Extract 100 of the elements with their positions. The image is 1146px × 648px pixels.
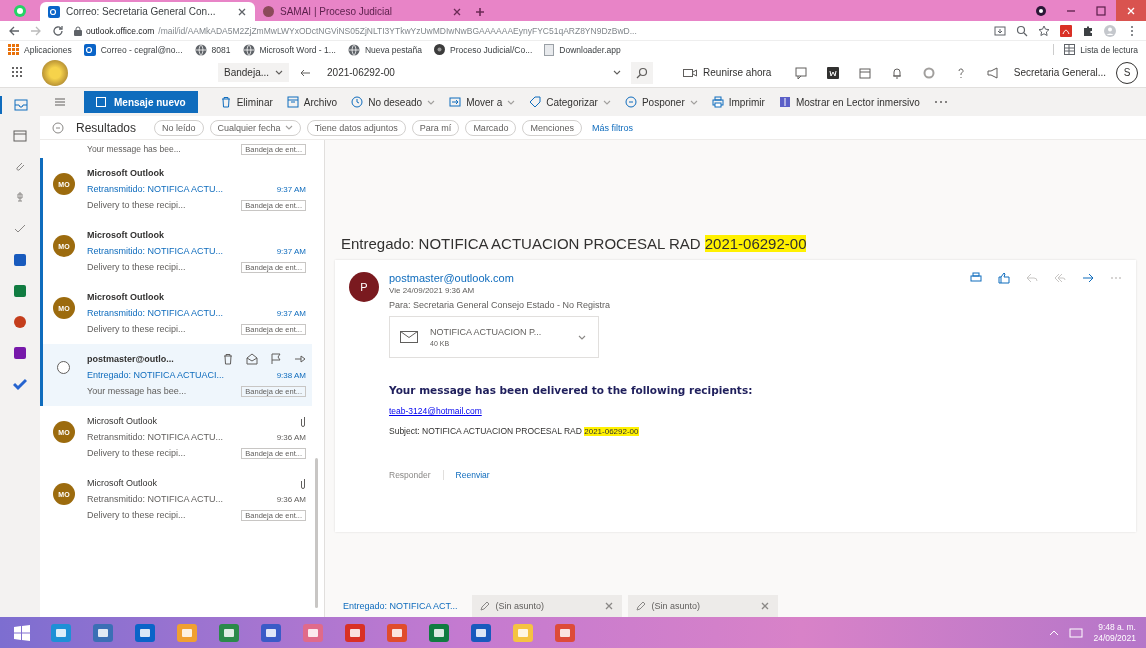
app-icon[interactable] bbox=[470, 622, 492, 643]
calendar-icon[interactable] bbox=[859, 66, 872, 79]
printer-icon[interactable] bbox=[970, 272, 982, 284]
word-icon[interactable] bbox=[827, 66, 840, 79]
toolbar-button[interactable]: No deseado bbox=[351, 96, 436, 108]
toolbar-button[interactable]: Eliminar bbox=[219, 96, 273, 108]
excel-app-icon[interactable] bbox=[13, 284, 27, 298]
thumbs-up-icon[interactable] bbox=[998, 272, 1010, 284]
draft-tab[interactable]: (Sin asunto) bbox=[627, 595, 778, 617]
meet-now-button[interactable]: Reunirse ahora bbox=[683, 67, 772, 78]
message-subject: Retransmitido: NOTIFICA ACTU... bbox=[87, 432, 225, 442]
trash-icon[interactable] bbox=[222, 353, 234, 365]
zoom-icon[interactable] bbox=[1016, 24, 1028, 37]
close-icon[interactable] bbox=[452, 6, 462, 17]
caret-icon bbox=[613, 69, 622, 76]
forward-link[interactable]: Reenviar bbox=[442, 470, 490, 480]
folder-dropdown[interactable]: Bandeja... bbox=[218, 63, 290, 82]
app-icon[interactable] bbox=[50, 622, 72, 643]
word-app-icon[interactable] bbox=[13, 253, 27, 267]
close-icon[interactable] bbox=[237, 6, 247, 17]
browser-tab[interactable]: SAMAI | Proceso Judicial bbox=[255, 2, 470, 21]
toolbar-button[interactable]: Categorizar bbox=[529, 96, 611, 108]
message-subject: Retransmitido: NOTIFICA ACTU... bbox=[87, 494, 225, 504]
bookmark[interactable]: 8081 bbox=[194, 43, 231, 56]
app-icon[interactable] bbox=[554, 622, 576, 643]
reading-list-icon bbox=[1064, 44, 1076, 55]
toolbar-button[interactable]: Mostrar en Lector inmersivo bbox=[778, 96, 920, 108]
forward-icon[interactable] bbox=[1082, 272, 1094, 284]
select-all-icon[interactable] bbox=[52, 121, 64, 134]
account-name[interactable]: Secretaria General... bbox=[1013, 67, 1106, 78]
chevron-up-icon[interactable] bbox=[1049, 628, 1060, 637]
new-message-button[interactable]: Mensaje nuevo bbox=[84, 91, 198, 113]
onenote-app-icon[interactable] bbox=[13, 346, 27, 360]
calendar-icon[interactable] bbox=[13, 129, 27, 143]
toolbar-button[interactable]: Archivo bbox=[286, 96, 338, 108]
app-launcher-icon[interactable] bbox=[12, 66, 24, 79]
toolbar-button[interactable]: Posponer bbox=[624, 96, 698, 108]
bookmark[interactable]: Aplicaciones bbox=[8, 44, 72, 55]
video-icon bbox=[683, 67, 698, 78]
mail-icon[interactable] bbox=[14, 98, 28, 112]
recipient-link[interactable]: teab-3124@hotmail.com bbox=[389, 406, 482, 416]
app-icon[interactable] bbox=[386, 622, 408, 643]
bookmark[interactable]: Nueva pestaña bbox=[347, 43, 423, 56]
pdf-icon[interactable] bbox=[1060, 24, 1072, 37]
menu-icon[interactable] bbox=[54, 97, 66, 107]
bookmark[interactable]: Correo - cegral@no... bbox=[83, 43, 183, 56]
app-icon[interactable] bbox=[512, 622, 534, 643]
draft-tab[interactable]: Entregado: NOTIFICA ACT... bbox=[335, 595, 466, 617]
scrollbar-thumb[interactable] bbox=[315, 458, 318, 608]
install-icon[interactable] bbox=[994, 24, 1006, 37]
reply-link[interactable]: Responder bbox=[389, 470, 431, 480]
draft-tab[interactable]: (Sin asunto) bbox=[471, 595, 622, 617]
app-icon[interactable] bbox=[260, 622, 282, 643]
paperclip-icon[interactable] bbox=[13, 160, 27, 174]
reload-icon[interactable] bbox=[52, 24, 64, 37]
bookmark[interactable]: Proceso Judicial/Co... bbox=[434, 44, 533, 55]
message-time: 9:38 AM bbox=[276, 370, 306, 380]
globe-icon bbox=[194, 43, 207, 56]
maximize-icon[interactable] bbox=[1096, 5, 1106, 16]
reading-list-button[interactable]: Lista de lectura bbox=[1053, 44, 1138, 55]
toolbar-button[interactable]: Imprimir bbox=[711, 96, 765, 108]
pencil-icon bbox=[635, 601, 646, 611]
browser-tab[interactable]: Correo: Secretaria General Con... bbox=[40, 2, 255, 21]
select-checkbox[interactable] bbox=[57, 361, 70, 374]
close-icon[interactable] bbox=[603, 601, 614, 611]
app-icon[interactable] bbox=[134, 622, 156, 643]
address-bar[interactable]: outlook.office.com /mail/id/AAMkADA5M2ZjZmMwLWYxODctNGViNS05ZjNLTI3YTkwYzUwMDIwNwBGAAAAAAEynyFYC51qARZ8YN9DzBwD... bbox=[74, 25, 984, 36]
back-arrow-icon[interactable] bbox=[299, 67, 312, 78]
back-icon[interactable] bbox=[8, 24, 20, 37]
toolbar-button[interactable]: Mover a bbox=[449, 96, 516, 108]
profile-icon[interactable] bbox=[1036, 5, 1046, 16]
todo-app-icon[interactable] bbox=[13, 377, 27, 391]
search-icon[interactable] bbox=[636, 66, 649, 79]
message-preview: Your message has bee... bbox=[87, 386, 188, 396]
bookmark[interactable]: Downloader.app bbox=[544, 43, 621, 56]
app-icon[interactable] bbox=[176, 622, 198, 643]
app-icon[interactable] bbox=[344, 622, 366, 643]
close-icon[interactable] bbox=[759, 601, 770, 611]
app-icon[interactable] bbox=[218, 622, 240, 643]
more-filters-link[interactable]: Más filtros bbox=[591, 122, 633, 133]
windows-start-icon[interactable] bbox=[14, 624, 30, 641]
more-icon[interactable] bbox=[933, 100, 948, 104]
megaphone-icon[interactable] bbox=[987, 66, 1000, 79]
bell-icon[interactable] bbox=[891, 66, 904, 79]
app-icon[interactable] bbox=[428, 622, 450, 643]
sender-email[interactable]: postmaster@outlook.com bbox=[389, 272, 970, 284]
app-icon[interactable] bbox=[302, 622, 324, 643]
bookmark[interactable]: Microsoft Word - 1... bbox=[242, 43, 336, 56]
star-icon[interactable] bbox=[1038, 24, 1050, 37]
chat-icon[interactable] bbox=[795, 66, 808, 79]
puzzle-icon[interactable] bbox=[1082, 24, 1094, 37]
sent-date: Vie 24/09/2021 9:36 AM bbox=[389, 286, 476, 295]
chat-app-icon[interactable] bbox=[14, 4, 26, 17]
app-icon[interactable] bbox=[92, 622, 114, 643]
message-preview: Delivery to these recipi... bbox=[87, 510, 187, 520]
printer-icon bbox=[711, 96, 724, 108]
powerpoint-app-icon[interactable] bbox=[13, 315, 27, 329]
new-tab-icon[interactable] bbox=[475, 6, 485, 17]
envelope-icon[interactable] bbox=[246, 353, 258, 365]
flag-icon[interactable] bbox=[270, 353, 282, 365]
